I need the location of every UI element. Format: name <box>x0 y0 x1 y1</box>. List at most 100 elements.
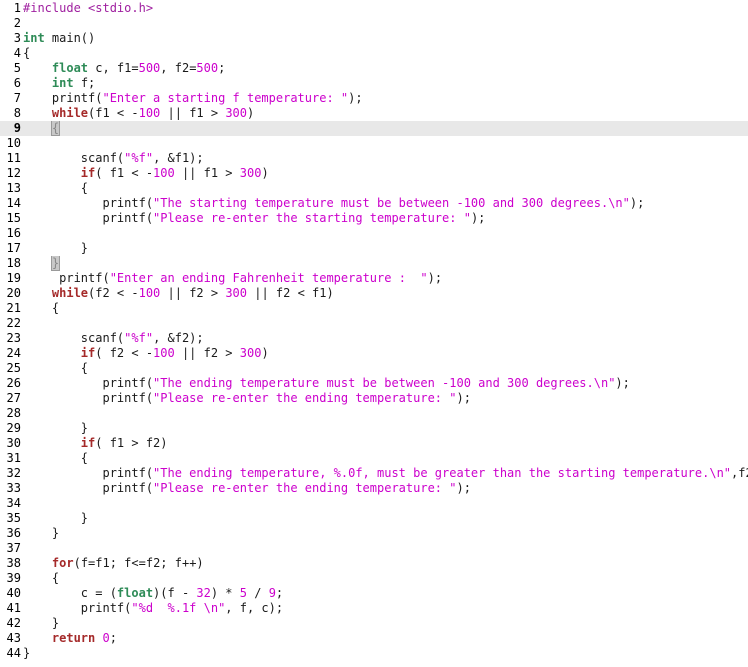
code-content[interactable] <box>22 541 748 556</box>
code-content[interactable]: printf("The ending temperature must be b… <box>22 376 748 391</box>
code-content[interactable]: { <box>22 121 748 136</box>
keyword-token: if <box>80 436 96 450</box>
code-content[interactable]: if( f2 < -100 || f2 > 300) <box>22 346 748 361</box>
code-content[interactable]: } <box>22 256 748 271</box>
code-line[interactable]: 21 { <box>0 301 748 316</box>
code-content[interactable]: { <box>22 361 748 376</box>
code-content[interactable]: { <box>22 451 748 466</box>
code-editor[interactable]: 1 #include <stdio.h> 2 3 int main() 4{5 float… <box>0 0 748 667</box>
code-content[interactable] <box>22 496 748 511</box>
code-content[interactable]: c = (float)(f - 32) * 5 / 9; <box>22 586 748 601</box>
code-line[interactable]: 39 { <box>0 571 748 586</box>
code-line-current[interactable]: 9 { <box>0 121 748 136</box>
code-content[interactable] <box>22 316 748 331</box>
code-line[interactable]: 7 printf("Enter a starting f temperature… <box>0 91 748 106</box>
code-line[interactable]: 12 if( f1 < -100 || f1 > 300) <box>0 166 748 181</box>
code-content[interactable]: return 0; <box>22 631 748 646</box>
code-content[interactable]: { <box>22 181 748 196</box>
code-line[interactable]: 13 { <box>0 181 748 196</box>
code-line[interactable]: 3 int main() <box>0 31 748 46</box>
code-content[interactable]: } <box>22 616 748 631</box>
code-content[interactable]: } <box>22 241 748 256</box>
code-line[interactable]: 15 printf("Please re-enter the starting … <box>0 211 748 226</box>
code-line[interactable]: 18 } <box>0 256 748 271</box>
code-line[interactable]: 34 <box>0 496 748 511</box>
code-content[interactable]: { <box>22 571 748 586</box>
code-line[interactable]: 25 { <box>0 361 748 376</box>
code-line[interactable]: 26 printf("The ending temperature must b… <box>0 376 748 391</box>
code-content[interactable]: } <box>22 511 748 526</box>
code-content[interactable] <box>22 16 748 31</box>
code-line[interactable]: 32 printf("The ending temperature, %.0f,… <box>0 466 748 481</box>
code-content[interactable]: } <box>22 421 748 436</box>
code-line[interactable]: 1 #include <stdio.h> <box>0 1 748 16</box>
code-content[interactable]: if( f1 > f2) <box>22 436 748 451</box>
code-content[interactable]: #include <stdio.h> <box>22 1 748 16</box>
code-content[interactable]: scanf("%f", &f1); <box>22 151 748 166</box>
code-text-token: printf( <box>23 271 110 285</box>
code-content[interactable]: int main() <box>22 31 748 46</box>
code-line[interactable]: 22 <box>0 316 748 331</box>
code-line[interactable]: 36 } <box>0 526 748 541</box>
code-content[interactable] <box>22 226 748 241</box>
code-line[interactable]: 17 } <box>0 241 748 256</box>
code-content[interactable]: scanf("%f", &f2); <box>22 331 748 346</box>
code-text-token: , f, c); <box>225 601 284 615</box>
code-line[interactable]: 43 return 0; <box>0 631 748 646</box>
code-content[interactable] <box>22 136 748 151</box>
line-number: 13 <box>6 181 21 195</box>
code-content[interactable]: for(f=f1; f<=f2; f++) <box>22 556 748 571</box>
code-content[interactable]: { <box>22 46 748 61</box>
code-line[interactable]: 29 } <box>0 421 748 436</box>
code-content[interactable]: float c, f1=500, f2=500; <box>22 61 748 76</box>
code-content[interactable]: printf("The ending temperature, %.0f, mu… <box>22 466 748 481</box>
code-content[interactable]: } <box>22 526 748 541</box>
code-content[interactable]: { <box>22 301 748 316</box>
code-line[interactable]: 41 printf("%d %.1f \n", f, c); <box>0 601 748 616</box>
code-content[interactable]: } <box>22 646 748 661</box>
code-content[interactable]: if( f1 < -100 || f1 > 300) <box>22 166 748 181</box>
code-line[interactable]: 6 int f; <box>0 76 748 91</box>
code-content[interactable]: printf("Please re-enter the ending tempe… <box>22 391 748 406</box>
code-line[interactable]: 27 printf("Please re-enter the ending te… <box>0 391 748 406</box>
code-line[interactable]: 4{ <box>0 46 748 61</box>
code-line[interactable]: 8 while(f1 < -100 || f1 > 300) <box>0 106 748 121</box>
code-line[interactable]: 19 printf("Enter an ending Fahrenheit te… <box>0 271 748 286</box>
code-line[interactable]: 10 <box>0 136 748 151</box>
code-line[interactable]: 23 scanf("%f", &f2); <box>0 331 748 346</box>
code-line[interactable]: 2 <box>0 16 748 31</box>
code-line[interactable]: 16 <box>0 226 748 241</box>
code-line[interactable]: 38 for(f=f1; f<=f2; f++) <box>0 556 748 571</box>
code-line[interactable]: 31 { <box>0 451 748 466</box>
code-line[interactable]: 24 if( f2 < -100 || f2 > 300) <box>0 346 748 361</box>
number-literal-token: 0 <box>102 631 110 645</box>
code-line[interactable]: 14 printf("The starting temperature must… <box>0 196 748 211</box>
code-line[interactable]: 11 scanf("%f", &f1); <box>0 151 748 166</box>
code-content[interactable]: printf("Please re-enter the ending tempe… <box>22 481 748 496</box>
code-content[interactable]: printf("Please re-enter the starting tem… <box>22 211 748 226</box>
line-number: 5 <box>13 61 21 75</box>
line-number: 31 <box>6 451 21 465</box>
code-content[interactable]: while(f1 < -100 || f1 > 300) <box>22 106 748 121</box>
line-number: 34 <box>6 496 21 510</box>
code-line[interactable]: 28 <box>0 406 748 421</box>
code-content[interactable]: printf("%d %.1f \n", f, c); <box>22 601 748 616</box>
code-line[interactable]: 20 while(f2 < -100 || f2 > 300 || f2 < f… <box>0 286 748 301</box>
code-content[interactable]: printf("Enter an ending Fahrenheit tempe… <box>22 271 748 286</box>
code-text-token: )(f - <box>153 586 197 600</box>
code-line[interactable]: 5 float c, f1=500, f2=500; <box>0 61 748 76</box>
code-line[interactable]: 42 } <box>0 616 748 631</box>
code-content[interactable]: int f; <box>22 76 748 91</box>
code-line[interactable]: 33 printf("Please re-enter the ending te… <box>0 481 748 496</box>
code-text-token: ) <box>261 166 269 180</box>
code-content[interactable]: while(f2 < -100 || f2 > 300 || f2 < f1) <box>22 286 748 301</box>
code-line[interactable]: 44} <box>0 646 748 661</box>
keyword-token: if <box>80 346 96 360</box>
code-line[interactable]: 35 } <box>0 511 748 526</box>
code-line[interactable]: 40 c = (float)(f - 32) * 5 / 9; <box>0 586 748 601</box>
code-content[interactable]: printf("The starting temperature must be… <box>22 196 748 211</box>
code-line[interactable]: 30 if( f1 > f2) <box>0 436 748 451</box>
code-line[interactable]: 37 <box>0 541 748 556</box>
code-content[interactable] <box>22 406 748 421</box>
code-content[interactable]: printf("Enter a starting f temperature: … <box>22 91 748 106</box>
